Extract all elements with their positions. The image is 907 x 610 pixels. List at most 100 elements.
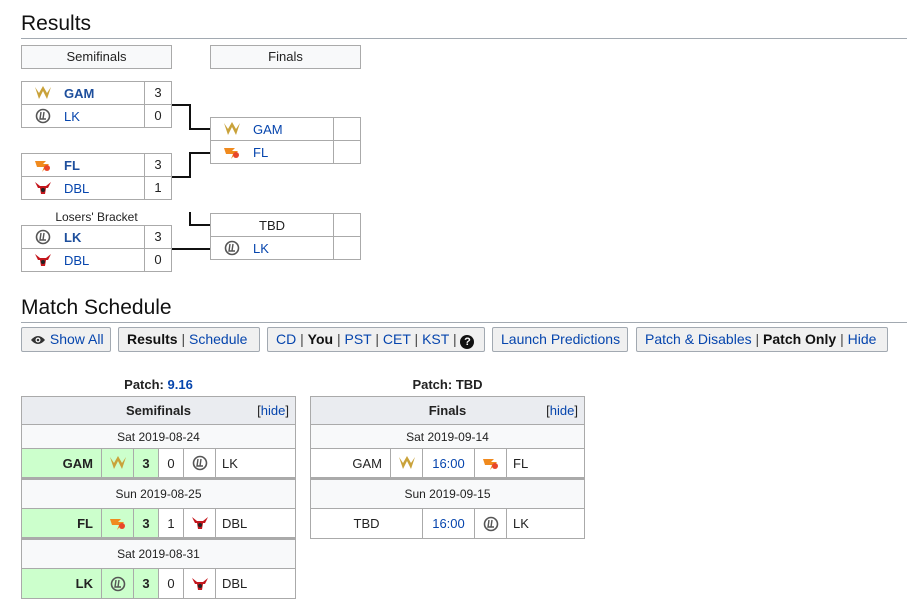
bracket-team-name[interactable]: LK	[64, 109, 144, 124]
tz-cd[interactable]: CD	[276, 331, 296, 347]
bracket-team-name[interactable]: LK	[253, 241, 333, 256]
semis-hide[interactable]: [hide]	[257, 403, 289, 418]
bracket-connector	[189, 128, 210, 130]
match-schedule-heading: Match Schedule	[21, 296, 172, 319]
lk-logo-icon	[211, 240, 253, 256]
match-row: GAM 16:00 FL	[310, 448, 585, 479]
finals-hide-link[interactable]: hide	[550, 403, 575, 418]
team1-name[interactable]: GAM	[21, 448, 102, 479]
dbl-logo-icon	[22, 252, 64, 268]
team1-name[interactable]: GAM	[310, 448, 391, 479]
bracket-finals-header: Finals	[210, 45, 361, 69]
team2-score: 0	[158, 568, 184, 599]
tz-kst[interactable]: KST	[422, 331, 449, 347]
finals-table-header: Finals [hide]	[310, 396, 585, 425]
match-row: TBD 16:00 LK	[310, 508, 585, 539]
launch-predictions-button[interactable]: Launch Predictions	[492, 327, 628, 352]
results-toggle[interactable]: Results	[127, 331, 178, 347]
timezone-toggle: CD | You | PST | CET | KST | ?	[267, 327, 485, 352]
tz-cet[interactable]: CET	[383, 331, 411, 347]
lk-logo-icon	[22, 229, 64, 245]
match-date: Sun 2019-08-25	[21, 477, 296, 509]
bracket-team-name[interactable]: DBL	[64, 181, 144, 196]
team2-name[interactable]: DBL	[215, 568, 296, 599]
results-schedule-toggle: Results | Schedule	[118, 327, 260, 352]
bracket-score	[333, 237, 360, 259]
team2-name[interactable]: FL	[506, 448, 585, 479]
team2-name[interactable]: LK	[506, 508, 585, 539]
semis-hide-link[interactable]: hide	[261, 403, 286, 418]
bracket-connector	[189, 152, 191, 178]
team2-name[interactable]: LK	[215, 448, 296, 479]
bracket-slot-semi1-team2[interactable]: LK 0	[21, 104, 172, 128]
bracket-slot-semi2-team1[interactable]: FL 3	[21, 153, 172, 177]
bracket-connector	[189, 224, 210, 226]
bracket-team-name[interactable]: GAM	[64, 86, 144, 101]
bracket-slot-semi1-team1[interactable]: GAM 3	[21, 81, 172, 105]
bracket-score: 3	[144, 226, 171, 248]
gam-logo-icon	[211, 121, 253, 137]
team1-name[interactable]: FL	[21, 508, 102, 539]
team1-score: 3	[133, 568, 159, 599]
fl-logo-icon	[474, 448, 507, 479]
eye-icon	[30, 330, 46, 353]
bracket-score: 1	[144, 177, 171, 199]
match-time[interactable]: 16:00	[422, 508, 475, 539]
bracket-team-name[interactable]: GAM	[253, 122, 333, 137]
bracket-slot-final2-team1: TBD	[210, 213, 361, 237]
gam-logo-icon	[390, 448, 423, 479]
match-date: Sat 2019-08-24	[21, 424, 296, 449]
patch-value[interactable]: 9.16	[168, 377, 193, 392]
lk-logo-icon	[22, 108, 64, 124]
team2-name[interactable]: DBL	[215, 508, 296, 539]
match-time[interactable]: 16:00	[422, 448, 475, 479]
match-row: LK 3 0 DBL	[21, 568, 296, 599]
schedule-divider	[21, 322, 907, 323]
launch-predictions-link[interactable]: Launch Predictions	[501, 331, 620, 347]
lk-logo-icon	[474, 508, 507, 539]
team1-name[interactable]: LK	[21, 568, 102, 599]
help-icon[interactable]: ?	[460, 335, 475, 349]
bracket-slot-final1-team1[interactable]: GAM	[210, 117, 361, 141]
bracket-team-name[interactable]: FL	[253, 145, 333, 160]
tz-pst[interactable]: PST	[344, 331, 371, 347]
team1-score: 3	[133, 508, 159, 539]
patch-disables-link[interactable]: Patch & Disables	[645, 331, 752, 347]
bracket-slot-final2-team2[interactable]: LK	[210, 236, 361, 260]
fl-logo-icon	[101, 508, 134, 539]
bracket-connector	[172, 176, 190, 178]
bracket-connector	[189, 152, 210, 154]
bracket-score	[333, 118, 360, 140]
semifinals-schedule-table: Semifinals [hide] Sat 2019-08-24 GAM 3 0…	[21, 396, 296, 599]
bracket-slot-losers-team1[interactable]: LK 3	[21, 225, 172, 249]
bracket-connector	[172, 104, 190, 106]
semis-title: Semifinals	[125, 403, 192, 418]
bracket-team-name[interactable]: FL	[64, 158, 144, 173]
finals-hide[interactable]: [hide]	[546, 403, 578, 418]
patch-value: TBD	[455, 377, 483, 392]
fl-logo-icon	[22, 157, 64, 173]
bracket-slot-final1-team2[interactable]: FL	[210, 140, 361, 164]
lk-logo-icon	[101, 568, 134, 599]
match-date: Sat 2019-09-14	[310, 424, 585, 449]
schedule-toggle[interactable]: Schedule	[189, 331, 247, 347]
bracket-semifinals-header: Semifinals	[21, 45, 172, 69]
bracket-score: 3	[144, 82, 171, 104]
patch-only-toggle[interactable]: Patch Only	[763, 331, 836, 347]
bracket-slot-semi2-team2[interactable]: DBL 1	[21, 176, 172, 200]
bracket-score: 0	[144, 105, 171, 127]
bracket-slot-losers-team2[interactable]: DBL 0	[21, 248, 172, 272]
patch-label: Patch:	[124, 377, 164, 392]
bracket-team-name: TBD	[259, 217, 285, 233]
bracket-team-name[interactable]: DBL	[64, 253, 144, 268]
hide-link[interactable]: Hide	[848, 331, 877, 347]
semis-table-header: Semifinals [hide]	[21, 396, 296, 425]
bracket-score: 3	[144, 154, 171, 176]
tz-you[interactable]: You	[308, 331, 333, 347]
results-divider	[21, 38, 907, 39]
match-row: FL 3 1 DBL	[21, 508, 296, 539]
show-all-button[interactable]: Show All	[21, 327, 111, 352]
bracket-team-name[interactable]: LK	[64, 230, 144, 245]
show-all-link[interactable]: Show All	[50, 331, 104, 347]
team1-score: 3	[133, 448, 159, 479]
